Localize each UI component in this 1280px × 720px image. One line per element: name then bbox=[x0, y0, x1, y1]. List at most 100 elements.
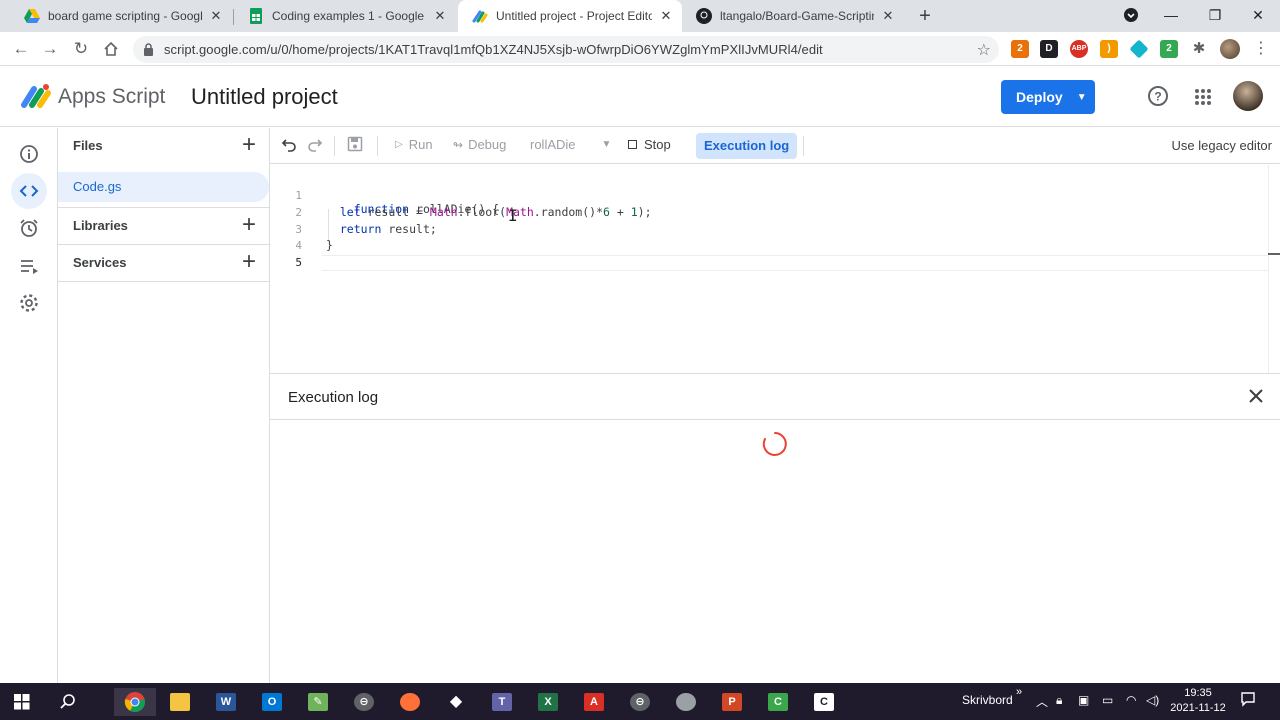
redo-icon[interactable] bbox=[307, 136, 323, 152]
code-line: let result = Math.floor(Math.random()*6 … bbox=[339, 205, 652, 219]
execution-log-button[interactable]: Execution log bbox=[696, 133, 798, 159]
chrome-taskbar-icon[interactable] bbox=[114, 688, 156, 716]
reload-icon[interactable]: ↻ bbox=[70, 38, 92, 60]
diamond-extension-icon[interactable] bbox=[1129, 39, 1149, 59]
lock-app-icon[interactable]: ⊖ bbox=[626, 688, 654, 716]
apps-script-logo-icon[interactable] bbox=[20, 81, 52, 109]
search-icon[interactable] bbox=[54, 688, 82, 716]
show-hidden-icons-icon[interactable]: ︿ bbox=[1036, 693, 1048, 710]
steam-icon[interactable] bbox=[672, 688, 700, 716]
acrobat-icon[interactable]: A bbox=[580, 688, 608, 716]
outlook-icon[interactable]: O bbox=[258, 688, 286, 716]
profile-avatar[interactable] bbox=[1220, 39, 1240, 59]
firefox-icon[interactable] bbox=[396, 688, 424, 716]
windows-taskbar: W O ✎ ⊖ ◆ T X A ⊖ P C C Skrivbord » ︿ 🔒︎… bbox=[0, 683, 1280, 720]
clock-date: 2021-11-12 bbox=[1170, 702, 1226, 714]
code-number: 1 bbox=[630, 205, 638, 219]
notepad-icon[interactable]: ✎ bbox=[304, 688, 332, 716]
close-tab-icon[interactable]: ✕ bbox=[432, 8, 448, 24]
add-library-icon[interactable]: + bbox=[237, 213, 261, 237]
browser-tab-apps-script[interactable]: Untitled project - Project Editor - ✕ bbox=[458, 0, 682, 32]
execution-log-panel: Execution log bbox=[270, 373, 1280, 683]
scroll-position-marker bbox=[1268, 253, 1280, 255]
close-tab-icon[interactable]: ✕ bbox=[208, 8, 224, 24]
use-legacy-editor-link[interactable]: Use legacy editor bbox=[1172, 138, 1272, 153]
add-service-icon[interactable]: + bbox=[237, 250, 261, 274]
windows-start-icon[interactable] bbox=[8, 688, 36, 716]
executions-list-icon[interactable] bbox=[11, 248, 47, 284]
forward-icon[interactable]: → bbox=[39, 38, 61, 60]
battery-icon[interactable]: ▭ bbox=[1102, 693, 1113, 707]
excel-icon[interactable]: X bbox=[534, 688, 562, 716]
tab-title: Untitled project - Project Editor - bbox=[496, 9, 652, 23]
close-icon[interactable] bbox=[1246, 386, 1266, 406]
notifications-icon[interactable] bbox=[1240, 691, 1256, 710]
tray-app-icon[interactable]: ▣ bbox=[1078, 693, 1089, 707]
tab-title: board game scripting - Google D bbox=[48, 9, 202, 23]
volume-icon[interactable]: ◁) bbox=[1146, 693, 1159, 707]
browser-tab-sheets[interactable]: Coding examples 1 - Google She ✕ bbox=[234, 0, 456, 32]
stop-button[interactable]: Stop bbox=[628, 137, 671, 152]
back-icon[interactable]: ← bbox=[10, 38, 32, 60]
files-panel: Files + Code.gs Libraries + Services + bbox=[58, 128, 270, 683]
deploy-button[interactable]: Deploy ▼ bbox=[1001, 80, 1095, 114]
extension-badge-icon[interactable]: 2 bbox=[1011, 40, 1029, 58]
settings-gear-icon[interactable] bbox=[11, 285, 47, 321]
rss-icon[interactable]: ) bbox=[1100, 40, 1118, 58]
github-icon bbox=[696, 8, 712, 24]
project-title[interactable]: Untitled project bbox=[191, 84, 338, 110]
powerpoint-icon[interactable]: P bbox=[718, 688, 746, 716]
wifi-icon[interactable]: ◠ bbox=[1126, 693, 1136, 707]
camtasia-icon[interactable]: C bbox=[764, 688, 792, 716]
keyboard-layout-label[interactable]: Skrivbord bbox=[962, 693, 1013, 707]
file-explorer-icon[interactable] bbox=[166, 688, 194, 716]
dark-reader-icon[interactable]: D bbox=[1040, 40, 1058, 58]
browser-tab-github[interactable]: ltangalo/Board-Game-Scripting: ✕ bbox=[682, 0, 904, 32]
new-tab-icon[interactable]: + bbox=[915, 6, 935, 26]
overview-info-icon[interactable] bbox=[11, 136, 47, 172]
account-avatar[interactable] bbox=[1233, 81, 1263, 111]
close-tab-icon[interactable]: ✕ bbox=[658, 8, 674, 24]
system-clock[interactable]: 19:35 2021-11-12 bbox=[1165, 686, 1231, 716]
tab-search-icon[interactable] bbox=[1118, 4, 1144, 26]
close-window-icon[interactable]: ✕ bbox=[1245, 4, 1271, 26]
save-icon[interactable] bbox=[347, 136, 363, 152]
code-class: Math bbox=[429, 205, 458, 219]
chevron-right-icon[interactable]: » bbox=[1016, 686, 1022, 698]
home-icon[interactable] bbox=[100, 38, 122, 60]
word-icon[interactable]: W bbox=[212, 688, 240, 716]
code-editor[interactable]: 1 2 3 4 5 function rollADie() { let resu… bbox=[270, 165, 1280, 373]
minimize-window-icon[interactable]: — bbox=[1158, 4, 1184, 26]
puzzle-extensions-icon[interactable]: ✱ bbox=[1190, 40, 1208, 58]
editor-code-icon[interactable] bbox=[11, 173, 47, 209]
triggers-alarm-icon[interactable] bbox=[11, 210, 47, 246]
download-extension-icon[interactable]: 2 bbox=[1160, 40, 1178, 58]
run-button[interactable]: ▷ Run bbox=[395, 137, 433, 152]
browser-menu-icon[interactable]: ⋮ bbox=[1253, 40, 1269, 58]
apps-grid-icon[interactable] bbox=[1191, 85, 1215, 109]
app-name[interactable]: Apps Script bbox=[58, 85, 165, 109]
help-icon[interactable]: ? bbox=[1146, 85, 1170, 109]
lock-tray-icon[interactable]: 🔒︎ bbox=[1056, 693, 1062, 708]
editor-scrollbar[interactable] bbox=[1268, 165, 1280, 373]
text-cursor-icon: I bbox=[508, 206, 518, 225]
address-bar[interactable]: script.google.com/u/0/home/projects/1KAT… bbox=[133, 36, 999, 63]
bookmark-star-icon[interactable]: ☆ bbox=[977, 40, 991, 60]
close-tab-icon[interactable]: ✕ bbox=[880, 8, 896, 24]
adblock-icon[interactable]: ABP bbox=[1070, 40, 1088, 58]
file-item-code-gs[interactable]: Code.gs bbox=[58, 172, 269, 202]
function-select[interactable]: rollADie ▼ bbox=[530, 137, 611, 152]
lock-app-icon[interactable]: ⊖ bbox=[350, 688, 378, 716]
debug-button[interactable]: ↬ Debug bbox=[453, 137, 506, 152]
line-number: 3 bbox=[295, 223, 302, 236]
undo-icon[interactable] bbox=[281, 136, 297, 152]
camtasia-recorder-icon[interactable]: C bbox=[810, 688, 838, 716]
current-line-highlight bbox=[322, 255, 1269, 271]
browser-tab-drive[interactable]: board game scripting - Google D ✕ bbox=[10, 0, 232, 32]
tab-title: ltangalo/Board-Game-Scripting: bbox=[720, 9, 874, 23]
maximize-window-icon[interactable]: ❐ bbox=[1202, 4, 1228, 26]
lock-icon bbox=[144, 43, 153, 56]
fox-app-icon[interactable]: ◆ bbox=[442, 688, 470, 716]
add-file-icon[interactable]: + bbox=[237, 133, 261, 157]
teams-icon[interactable]: T bbox=[488, 688, 516, 716]
